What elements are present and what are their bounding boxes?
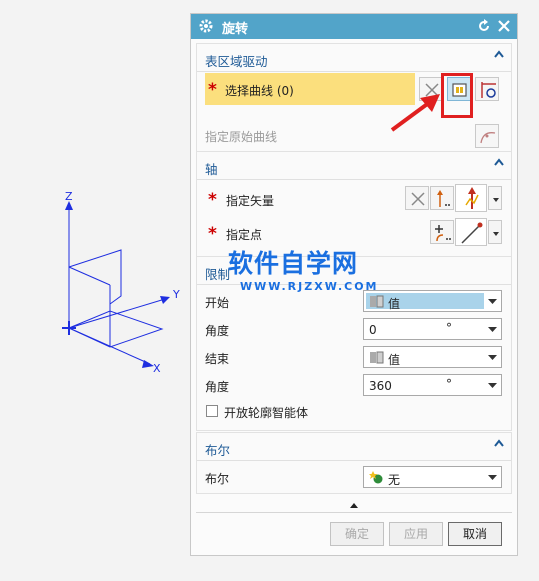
select-curve-label: 选择曲线 (0): [225, 84, 294, 98]
vector-type-button[interactable]: [455, 184, 487, 212]
required-star-icon: *: [208, 224, 217, 244]
watermark: 软件自学网 WWW.RJZXW.COM: [228, 244, 379, 293]
section-header-axis[interactable]: 轴: [205, 159, 218, 178]
reverse-direction-icon: [437, 190, 450, 207]
boolean-value: 无: [388, 473, 401, 487]
reverse-direction-button[interactable]: [430, 186, 454, 210]
start-type-select[interactable]: 值: [363, 290, 502, 312]
sketch-icon: [481, 82, 496, 98]
origin-curve-icon: [480, 132, 496, 144]
section-header-surface-drive[interactable]: 表区域驱动: [205, 51, 268, 70]
red-arrow-icon: [390, 94, 440, 132]
ok-button[interactable]: 确定: [330, 522, 384, 546]
collapse-icon[interactable]: [493, 437, 505, 449]
end-angle-unit: °: [446, 377, 452, 391]
show-more-icon[interactable]: [348, 500, 360, 510]
start-angle-input[interactable]: 0 °: [363, 318, 502, 340]
watermark-url: WWW.RJZXW.COM: [240, 280, 379, 293]
chevron-down-icon: [488, 355, 497, 360]
value-icon: [370, 351, 384, 364]
axis-z-label: Z: [65, 190, 73, 203]
specify-origin-curve-label: 指定原始曲线: [205, 130, 278, 144]
chevron-down-icon[interactable]: [488, 325, 497, 333]
end-type-select[interactable]: 值: [363, 346, 502, 368]
chevron-down-icon: [493, 232, 499, 236]
vector-deselect-button[interactable]: [405, 186, 429, 210]
chevron-down-icon: [488, 475, 497, 480]
point-constructor-icon: [435, 225, 451, 242]
specify-origin-curve-button[interactable]: [475, 124, 499, 148]
cancel-button[interactable]: 取消: [448, 522, 502, 546]
inferred-vector-icon: [465, 187, 479, 209]
collapse-icon[interactable]: [493, 48, 505, 60]
start-angle-label: 角度: [205, 324, 230, 338]
end-angle-label: 角度: [205, 380, 230, 394]
axis-y-label: Y: [172, 288, 180, 301]
inferred-point-icon: [461, 222, 483, 244]
open-profile-checkbox[interactable]: [206, 405, 218, 417]
collapse-icon[interactable]: [493, 156, 505, 168]
close-icon[interactable]: [496, 18, 512, 37]
end-type-value: 值: [388, 353, 401, 367]
reset-icon[interactable]: [476, 18, 492, 37]
specify-vector-label: 指定矢量: [226, 194, 275, 208]
point-type-button[interactable]: [455, 218, 487, 246]
chevron-down-icon: [488, 299, 497, 304]
none-boolean-icon: [369, 471, 383, 484]
value-icon: [370, 295, 384, 308]
section-header-boolean[interactable]: 布尔: [205, 440, 230, 459]
point-type-dropdown[interactable]: [488, 220, 502, 244]
highlight-callout: [441, 73, 473, 118]
start-angle-value: 0: [369, 323, 377, 337]
end-angle-input[interactable]: 360 °: [363, 374, 502, 396]
boolean-select[interactable]: 无: [363, 466, 502, 488]
chevron-down-icon: [493, 198, 499, 202]
section-header-limits[interactable]: 限制: [205, 264, 230, 283]
start-label: 开始: [205, 296, 230, 310]
boolean-label: 布尔: [205, 472, 230, 486]
start-angle-unit: °: [446, 321, 452, 335]
end-angle-value: 360: [369, 379, 392, 393]
crossed-arrows-icon: [411, 192, 425, 206]
section-boolean: 布尔 布尔 无: [196, 432, 512, 494]
sketch-section-button[interactable]: [475, 77, 499, 101]
dialog-title: 旋转: [222, 22, 249, 37]
point-dialog-button[interactable]: [430, 220, 454, 244]
start-type-value: 值: [388, 297, 401, 311]
apply-button[interactable]: 应用: [389, 522, 443, 546]
required-star-icon: *: [208, 80, 217, 100]
axis-x-label: X: [153, 362, 161, 375]
select-curve-row[interactable]: * 选择曲线 (0): [205, 73, 415, 105]
specify-point-label: 指定点: [226, 228, 263, 242]
required-star-icon: *: [208, 190, 217, 210]
dialog-titlebar[interactable]: 旋转: [191, 14, 517, 39]
gear-icon[interactable]: [198, 18, 214, 37]
chevron-down-icon[interactable]: [488, 381, 497, 389]
viewport-axes: Z Y X: [62, 190, 180, 375]
watermark-main: 软件自学网: [228, 249, 359, 278]
end-label: 结束: [205, 352, 230, 366]
open-profile-label: 开放轮廓智能体: [224, 406, 309, 420]
vector-type-dropdown[interactable]: [488, 186, 502, 210]
